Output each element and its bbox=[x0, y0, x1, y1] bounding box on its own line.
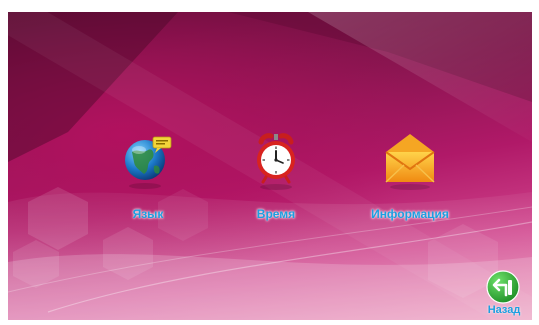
envelope-icon bbox=[385, 134, 435, 190]
back-button[interactable]: Назад bbox=[482, 270, 526, 320]
menu-item-label: Время bbox=[256, 207, 296, 221]
back-button-label: Назад bbox=[487, 304, 521, 316]
back-arrow-icon bbox=[486, 270, 520, 304]
menu-item-info[interactable]: Информация bbox=[350, 128, 470, 238]
device-screen: Язык Время Информация Назад bbox=[8, 12, 532, 320]
alarm-clock-icon bbox=[257, 133, 295, 190]
menu-item-label: Язык bbox=[132, 207, 164, 221]
menu-item-language[interactable]: Язык bbox=[88, 128, 208, 238]
globe-icon bbox=[125, 136, 172, 189]
menu-item-label: Информация bbox=[371, 207, 449, 221]
menu-item-time[interactable]: Время bbox=[216, 128, 336, 238]
